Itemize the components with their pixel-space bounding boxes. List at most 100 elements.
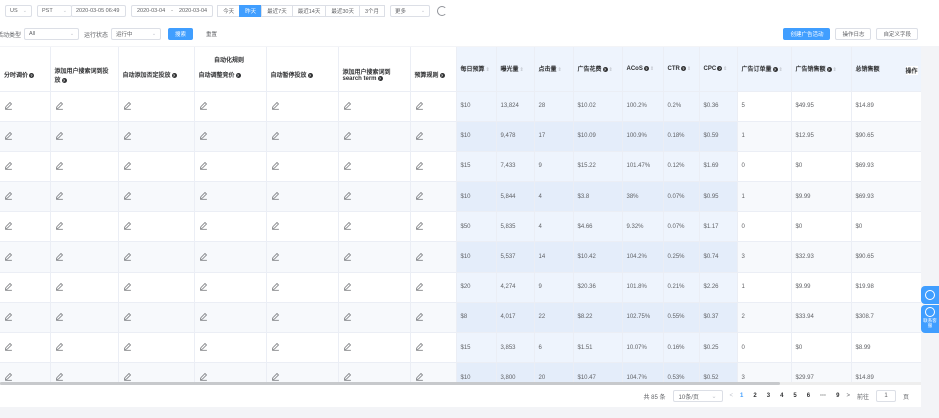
edit-icon[interactable] bbox=[123, 282, 132, 291]
page-number[interactable]: 5 bbox=[793, 393, 796, 399]
type-select[interactable]: All ⌄ bbox=[24, 28, 80, 40]
page-number[interactable]: ··· bbox=[820, 393, 826, 399]
prev-page-icon[interactable]: < bbox=[730, 393, 734, 399]
edit-icon[interactable] bbox=[4, 282, 13, 291]
header-daily-budget[interactable]: 每日预算⇕ bbox=[456, 47, 497, 92]
edit-icon[interactable] bbox=[4, 161, 13, 170]
edit-icon[interactable] bbox=[271, 372, 280, 381]
edit-icon[interactable] bbox=[55, 342, 64, 351]
edit-icon[interactable] bbox=[343, 221, 352, 230]
edit-icon[interactable] bbox=[123, 221, 132, 230]
quick-date-button[interactable]: 最近30天 bbox=[325, 5, 360, 17]
edit-icon[interactable] bbox=[343, 101, 352, 110]
edit-icon[interactable] bbox=[4, 221, 13, 230]
create-campaign-button[interactable]: 创建广告活动 bbox=[783, 28, 831, 40]
header-ad-spend[interactable]: 广告花费? ⇕ bbox=[573, 47, 623, 92]
chat-widget[interactable] bbox=[921, 286, 939, 304]
edit-icon[interactable] bbox=[123, 101, 132, 110]
edit-icon[interactable] bbox=[199, 101, 208, 110]
refresh-icon[interactable] bbox=[437, 6, 448, 16]
edit-icon[interactable] bbox=[415, 342, 424, 351]
edit-icon[interactable] bbox=[55, 191, 64, 200]
edit-icon[interactable] bbox=[415, 161, 424, 170]
sort-icon[interactable]: ⇕ bbox=[687, 66, 691, 72]
quick-date-button[interactable]: 昨天 bbox=[239, 5, 263, 17]
edit-icon[interactable] bbox=[55, 221, 64, 230]
edit-icon[interactable] bbox=[343, 282, 352, 291]
edit-icon[interactable] bbox=[55, 161, 64, 170]
edit-icon[interactable] bbox=[123, 372, 132, 381]
page-number[interactable]: 9 bbox=[836, 393, 839, 399]
edit-icon[interactable] bbox=[199, 161, 208, 170]
header-impressions[interactable]: 曝光量⇕ bbox=[496, 47, 535, 92]
status-select[interactable]: 运行中 ⌄ bbox=[111, 28, 162, 40]
edit-icon[interactable] bbox=[55, 312, 64, 321]
quick-date-button[interactable]: 最近7天 bbox=[261, 5, 293, 17]
header-acos[interactable]: ACoS? ⇕ bbox=[622, 47, 664, 92]
edit-icon[interactable] bbox=[343, 372, 352, 381]
edit-icon[interactable] bbox=[4, 342, 13, 351]
sort-icon[interactable]: ⇕ bbox=[609, 67, 613, 73]
edit-icon[interactable] bbox=[123, 161, 132, 170]
customer-service-widget[interactable]: 联系客服 bbox=[921, 305, 939, 333]
sort-icon[interactable]: ⇕ bbox=[486, 67, 490, 73]
edit-icon[interactable] bbox=[199, 191, 208, 200]
edit-icon[interactable] bbox=[199, 282, 208, 291]
edit-icon[interactable] bbox=[4, 252, 13, 261]
next-page-icon[interactable]: > bbox=[846, 393, 850, 399]
sort-icon[interactable]: ⇕ bbox=[833, 67, 837, 73]
edit-icon[interactable] bbox=[415, 252, 424, 261]
edit-icon[interactable] bbox=[343, 252, 352, 261]
page-size-select[interactable]: 10条/页 ⌄ bbox=[672, 390, 723, 402]
edit-icon[interactable] bbox=[55, 252, 64, 261]
edit-icon[interactable] bbox=[123, 342, 132, 351]
edit-icon[interactable] bbox=[4, 372, 13, 381]
edit-icon[interactable] bbox=[415, 221, 424, 230]
page-number[interactable]: 6 bbox=[807, 393, 810, 399]
edit-icon[interactable] bbox=[55, 131, 64, 140]
page-number[interactable]: 2 bbox=[753, 393, 756, 399]
edit-icon[interactable] bbox=[123, 131, 132, 140]
quick-date-button[interactable]: 最近14天 bbox=[291, 5, 327, 17]
edit-icon[interactable] bbox=[343, 161, 352, 170]
sort-icon[interactable]: ⇕ bbox=[723, 66, 727, 72]
edit-icon[interactable] bbox=[199, 252, 208, 261]
edit-icon[interactable] bbox=[199, 221, 208, 230]
sort-icon[interactable]: ⇕ bbox=[520, 67, 524, 73]
edit-icon[interactable] bbox=[123, 252, 132, 261]
edit-icon[interactable] bbox=[55, 101, 64, 110]
edit-icon[interactable] bbox=[343, 342, 352, 351]
header-ad-orders[interactable]: 广告订单量? ⇕ bbox=[737, 47, 792, 92]
edit-icon[interactable] bbox=[271, 221, 280, 230]
sort-icon[interactable]: ⇕ bbox=[558, 67, 562, 73]
edit-icon[interactable] bbox=[4, 131, 13, 140]
page-number[interactable]: 1 bbox=[740, 393, 743, 399]
edit-icon[interactable] bbox=[4, 101, 13, 110]
edit-icon[interactable] bbox=[199, 342, 208, 351]
country-select[interactable]: US ⌄ bbox=[5, 5, 32, 17]
edit-icon[interactable] bbox=[271, 342, 280, 351]
page-number[interactable]: 3 bbox=[767, 393, 770, 399]
edit-icon[interactable] bbox=[343, 191, 352, 200]
edit-icon[interactable] bbox=[199, 372, 208, 381]
edit-icon[interactable] bbox=[415, 191, 424, 200]
quick-date-button[interactable]: 3个月 bbox=[358, 5, 386, 17]
edit-icon[interactable] bbox=[271, 312, 280, 321]
reset-button[interactable]: 重置 bbox=[200, 28, 224, 40]
page-number[interactable]: 4 bbox=[780, 393, 783, 399]
custom-fields-button[interactable]: 自定义字段 bbox=[876, 28, 918, 40]
edit-icon[interactable] bbox=[123, 191, 132, 200]
edit-icon[interactable] bbox=[4, 191, 13, 200]
more-select[interactable]: 更多 ⌄ bbox=[390, 5, 431, 17]
edit-icon[interactable] bbox=[415, 101, 424, 110]
sort-icon[interactable]: ⇕ bbox=[650, 66, 654, 72]
sort-icon[interactable]: ⇕ bbox=[779, 67, 783, 73]
edit-icon[interactable] bbox=[415, 282, 424, 291]
header-ctr[interactable]: CTR? ⇕ bbox=[663, 47, 700, 92]
goto-page-input[interactable]: 1 bbox=[875, 390, 896, 402]
edit-icon[interactable] bbox=[271, 161, 280, 170]
date-range-picker[interactable]: 2020-03-04 - 2020-03-04 bbox=[131, 5, 214, 17]
edit-icon[interactable] bbox=[415, 372, 424, 381]
edit-icon[interactable] bbox=[199, 312, 208, 321]
edit-icon[interactable] bbox=[343, 131, 352, 140]
